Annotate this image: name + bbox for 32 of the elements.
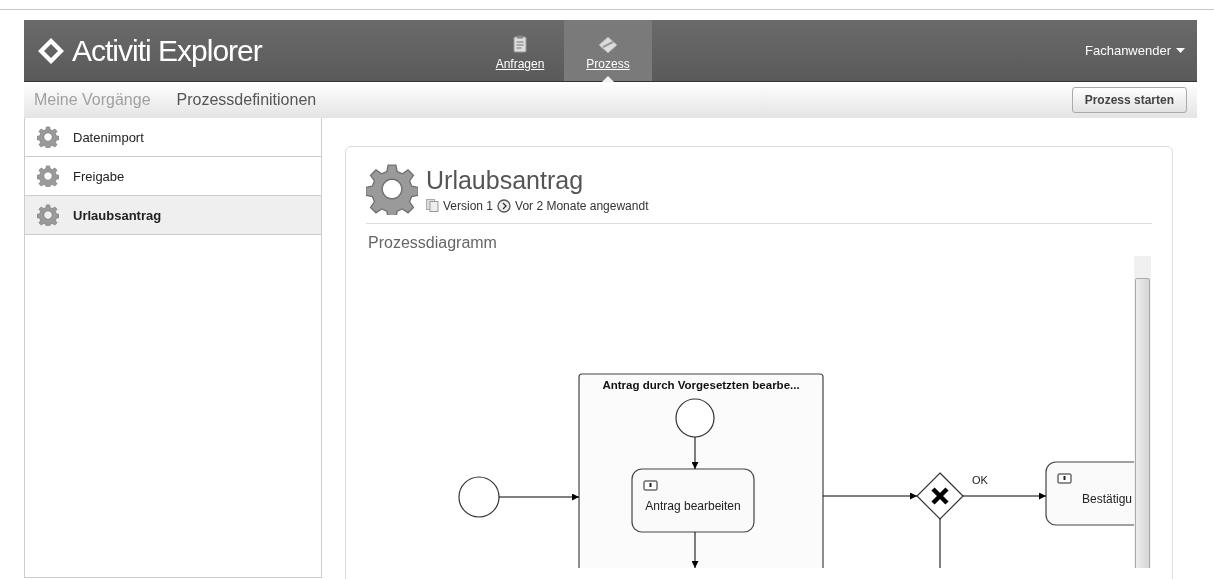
- exclusive-gateway: [916, 472, 964, 520]
- gear-icon: [37, 126, 59, 148]
- start-event: [675, 398, 715, 438]
- gear-icon: [37, 204, 59, 226]
- version-label: Version 1: [443, 198, 494, 213]
- flow-arrow: [691, 436, 699, 470]
- clipboard-icon: [513, 35, 527, 53]
- gear-icon: [37, 165, 59, 187]
- start-event: [458, 476, 500, 518]
- deployed-label: Vor 2 Monate angewandt: [515, 198, 649, 213]
- app-title: Activiti Explorer: [72, 33, 262, 68]
- logo-icon: [36, 35, 66, 66]
- subprocess-title: Antrag durch Vorgesetzten bearbe...: [602, 379, 800, 391]
- task-label: Antrag bearbeiten: [645, 499, 741, 513]
- process-list-item[interactable]: Datenimport: [25, 118, 321, 157]
- flow-arrow: [691, 531, 699, 568]
- section-heading: Prozessdiagramm: [368, 234, 498, 252]
- flow-label: OK: [972, 474, 988, 486]
- task-label: Bestätigu: [1082, 492, 1132, 506]
- user-menu[interactable]: Fachanwender: [1085, 20, 1197, 81]
- flow-line: [939, 518, 941, 568]
- subnav-link[interactable]: Prozessdefinitionen: [176, 91, 317, 109]
- nav-tab[interactable]: Anfragen: [476, 20, 564, 81]
- scrollbar[interactable]: [1134, 256, 1151, 568]
- caret-icon: [1176, 48, 1185, 53]
- gear-icon: [366, 163, 418, 215]
- copies-icon: [426, 199, 439, 212]
- process-title: Urlaubsantrag: [426, 165, 585, 195]
- start-process-button[interactable]: Prozess starten: [1071, 87, 1187, 113]
- process-list-item[interactable]: Urlaubsantrag: [25, 196, 321, 235]
- nav-tab[interactable]: Prozess: [564, 20, 652, 81]
- diamond-icon: [599, 37, 617, 53]
